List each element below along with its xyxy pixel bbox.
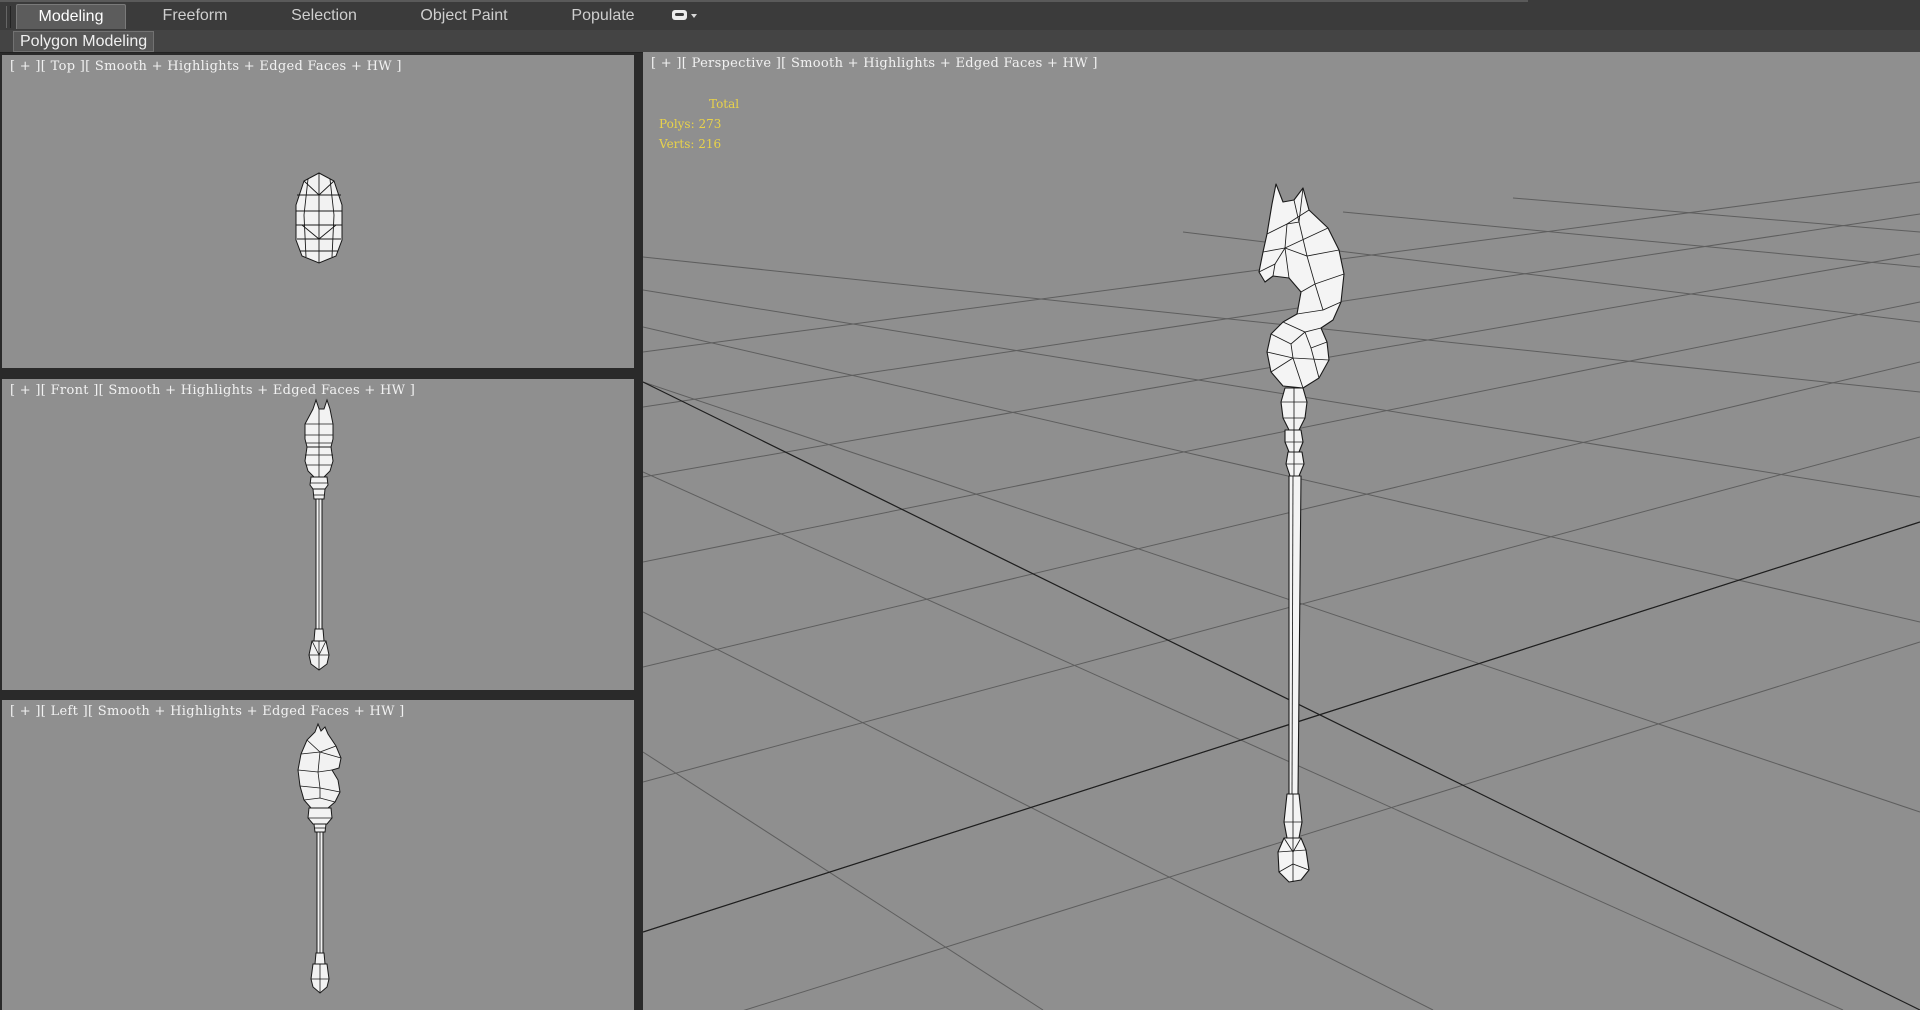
- polygon-modeling-button[interactable]: Polygon Modeling: [13, 31, 155, 52]
- ribbon-tab-bar: Modeling Freeform Selection Object Paint…: [0, 0, 1920, 31]
- model-top-view: [295, 172, 343, 264]
- ribbon-top-edge: [0, 0, 1528, 2]
- viewport-top[interactable]: [ + ][ Top ][ Smooth + Highlights + Edge…: [2, 55, 634, 368]
- viewport-front[interactable]: [ + ][ Front ][ Smooth + Highlights + Ed…: [2, 379, 634, 690]
- grid-center-axes: [643, 381, 1920, 1010]
- tab-selection[interactable]: Selection: [268, 4, 380, 28]
- model-left-view: [297, 722, 342, 994]
- perspective-scene: [643, 181, 1920, 1010]
- viewport-left[interactable]: [ + ][ Left ][ Smooth + Highlights + Edg…: [2, 700, 634, 1010]
- viewport-perspective[interactable]: [ + ][ Perspective ][ Smooth + Highlight…: [643, 52, 1920, 1010]
- tab-populate[interactable]: Populate: [548, 4, 658, 28]
- horse-staff-model: [1258, 183, 1345, 883]
- home-grid: [643, 181, 1920, 1010]
- ribbon-options-button[interactable]: [672, 9, 698, 23]
- ribbon-drag-grip[interactable]: [6, 6, 11, 28]
- tab-object-paint[interactable]: Object Paint: [400, 4, 528, 28]
- tab-modeling[interactable]: Modeling: [16, 4, 126, 29]
- model-front-view: [304, 398, 334, 671]
- tab-freeform[interactable]: Freeform: [140, 4, 250, 28]
- dropdown-arrow-icon: [691, 14, 697, 18]
- ribbon-panel-bar: Polygon Modeling: [0, 30, 1920, 53]
- ribbon-options-icon: [672, 10, 687, 20]
